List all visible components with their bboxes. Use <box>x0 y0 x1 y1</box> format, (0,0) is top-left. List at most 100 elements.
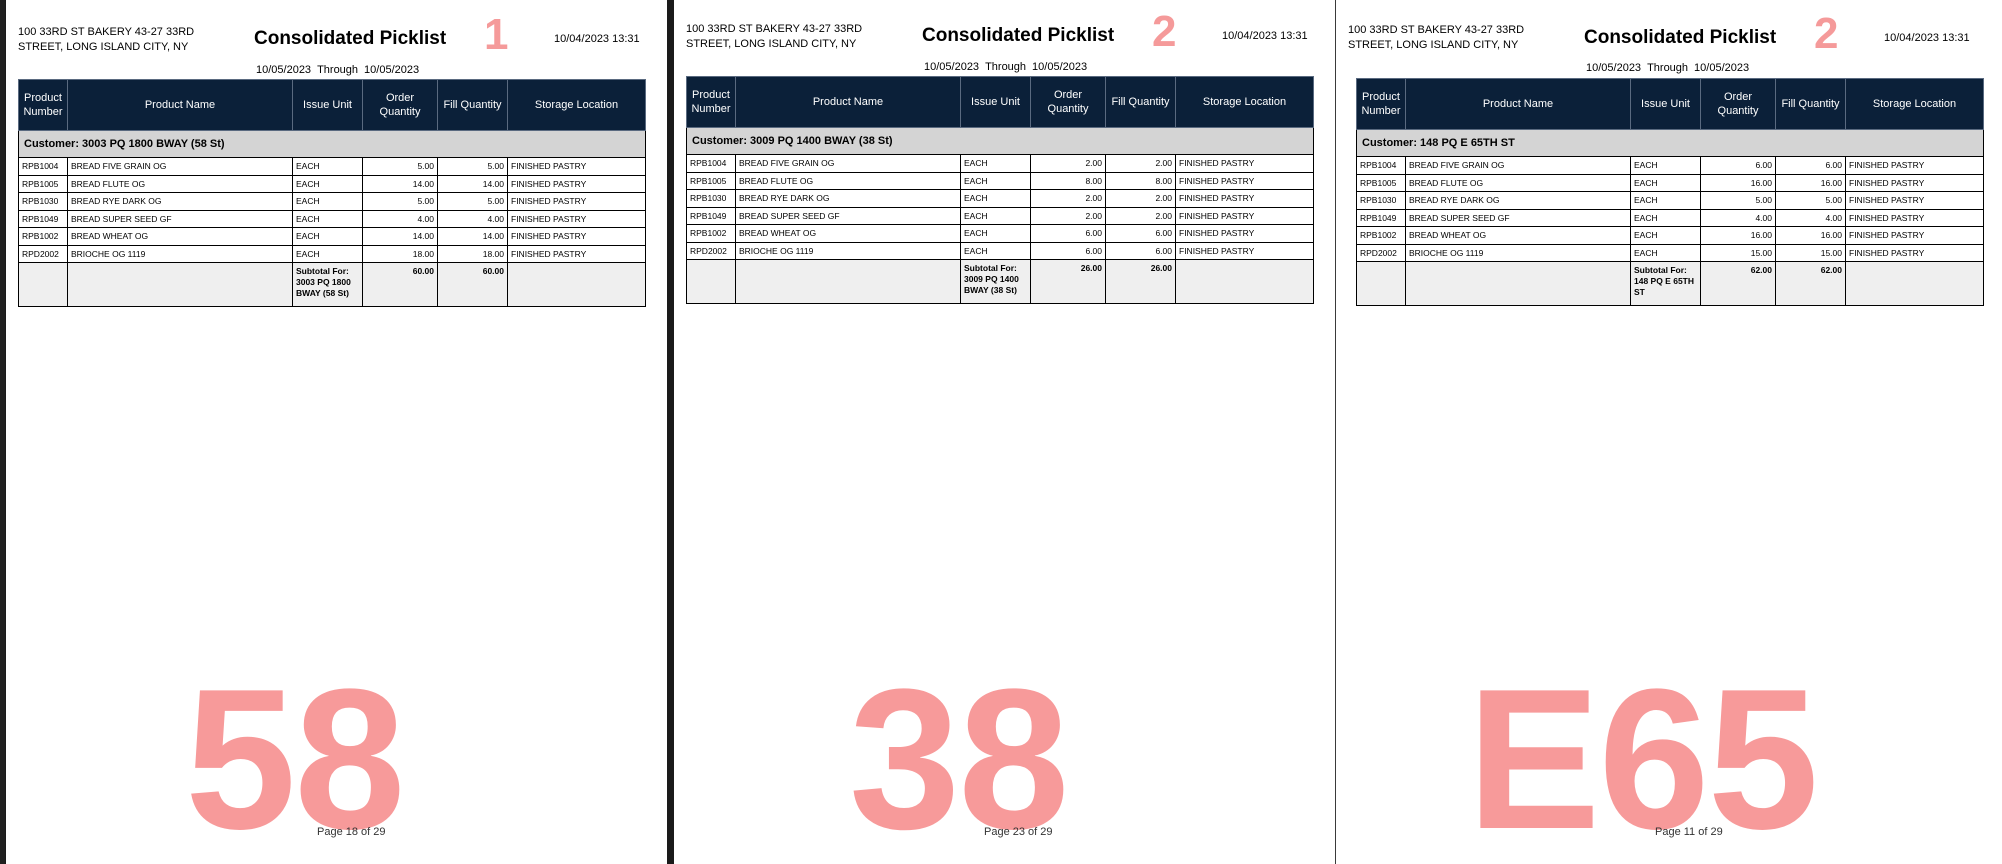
storage-location: FINISHED PASTRY <box>1175 154 1314 173</box>
table-row: RPD2002 BRIOCHE OG 1119 EACH 18.00 18.00… <box>18 244 646 263</box>
page-number: Page 11 of 29 <box>1655 826 1723 838</box>
storage-location: FINISHED PASTRY <box>1845 243 1984 262</box>
fill-quantity: 5.00 <box>1775 191 1846 210</box>
fill-quantity: 5.00 <box>437 157 508 176</box>
column-header: Product Number <box>1356 78 1406 130</box>
issue-unit: EACH <box>1630 208 1701 227</box>
date-from: 10/05/2023 <box>1586 62 1642 74</box>
date-through-label: Through <box>985 61 1027 73</box>
fill-quantity: 18.00 <box>437 244 508 263</box>
date-through-label: Through <box>1647 62 1689 74</box>
subtotal-spacer <box>18 262 68 307</box>
product-name: BRIOCHE OG 1119 <box>1405 243 1631 262</box>
fill-quantity: 6.00 <box>1105 224 1176 243</box>
table-row: RPB1002 BREAD WHEAT OG EACH 14.00 14.00 … <box>18 227 646 246</box>
issue-unit: EACH <box>1630 156 1701 175</box>
product-name: BREAD FLUTE OG <box>1405 173 1631 192</box>
print-timestamp: 10/04/2023 13:31 <box>1222 30 1308 42</box>
table-header-row: Product Number Product Name Issue Unit O… <box>1356 78 1984 130</box>
product-number: RPB1002 <box>18 227 68 246</box>
fill-quantity: 6.00 <box>1105 241 1176 260</box>
customer-row: Customer: 3009 PQ 1400 BWAY (38 St) <box>686 127 1314 155</box>
storage-location: FINISHED PASTRY <box>1845 208 1984 227</box>
product-name: BREAD FIVE GRAIN OG <box>735 154 961 173</box>
table-row: RPB1005 BREAD FLUTE OG EACH 14.00 14.00 … <box>18 174 646 193</box>
fill-quantity: 15.00 <box>1775 243 1846 262</box>
product-number: RPD2002 <box>18 244 68 263</box>
order-quantity: 6.00 <box>1030 241 1106 260</box>
issue-unit: EACH <box>960 189 1031 208</box>
product-number: RPB1049 <box>18 209 68 228</box>
product-name: BREAD RYE DARK OG <box>67 192 293 211</box>
product-number: RPB1002 <box>1356 226 1406 245</box>
product-number: RPD2002 <box>686 241 736 260</box>
fill-quantity: 4.00 <box>437 209 508 228</box>
product-number: RPB1004 <box>686 154 736 173</box>
date-through-label: Through <box>317 64 359 76</box>
subtotal-label: Subtotal For: 148 PQ E 65TH ST <box>1630 261 1701 306</box>
fill-quantity: 2.00 <box>1105 189 1176 208</box>
subtotal-fill-quantity: 62.00 <box>1775 261 1846 306</box>
column-header: Order Quantity <box>1030 76 1106 128</box>
subtotal-row: Subtotal For: 3009 PQ 1400 BWAY (38 St) … <box>686 259 1314 304</box>
picklist-page: 100 33RD ST BAKERY 43-27 33RD STREET, LO… <box>1336 0 2002 864</box>
customer-label: Customer: 148 PQ E 65TH ST <box>1356 129 1984 157</box>
table-row: RPD2002 BRIOCHE OG 1119 EACH 15.00 15.00… <box>1356 243 1984 262</box>
order-quantity: 2.00 <box>1030 154 1106 173</box>
order-quantity: 8.00 <box>1030 171 1106 190</box>
table-row: RPB1049 BREAD SUPER SEED GF EACH 4.00 4.… <box>18 209 646 228</box>
table-row: RPB1004 BREAD FIVE GRAIN OG EACH 5.00 5.… <box>18 157 646 176</box>
fill-quantity: 6.00 <box>1775 156 1846 175</box>
fill-quantity: 5.00 <box>437 192 508 211</box>
storage-location: FINISHED PASTRY <box>1845 226 1984 245</box>
date-from: 10/05/2023 <box>256 64 312 76</box>
order-quantity: 15.00 <box>1700 243 1776 262</box>
page-divider <box>667 0 669 864</box>
storage-location: FINISHED PASTRY <box>507 174 646 193</box>
table-header-row: Product Number Product Name Issue Unit O… <box>18 79 646 131</box>
issue-unit: EACH <box>292 157 363 176</box>
order-quantity: 6.00 <box>1700 156 1776 175</box>
product-number: RPB1004 <box>1356 156 1406 175</box>
picklist-page: 100 33RD ST BAKERY 43-27 33RD STREET, LO… <box>674 0 1335 864</box>
table-row: RPB1049 BREAD SUPER SEED GF EACH 2.00 2.… <box>686 206 1314 225</box>
fill-quantity: 8.00 <box>1105 171 1176 190</box>
column-header: Issue Unit <box>960 76 1031 128</box>
order-quantity: 5.00 <box>1700 191 1776 210</box>
table-row: RPB1005 BREAD FLUTE OG EACH 8.00 8.00 FI… <box>686 171 1314 190</box>
order-quantity: 14.00 <box>362 227 438 246</box>
subtotal-fill-quantity: 60.00 <box>437 262 508 307</box>
company-address: 100 33RD ST BAKERY 43-27 33RD STREET, LO… <box>18 26 195 53</box>
table-row: RPB1030 BREAD RYE DARK OG EACH 2.00 2.00… <box>686 189 1314 208</box>
table-row: RPB1002 BREAD WHEAT OG EACH 16.00 16.00 … <box>1356 226 1984 245</box>
column-header: Storage Location <box>1845 78 1984 130</box>
company-address: 100 33RD ST BAKERY 43-27 33RD STREET, LO… <box>1348 24 1525 51</box>
column-header: Product Number <box>18 79 68 131</box>
storage-location: FINISHED PASTRY <box>507 244 646 263</box>
subtotal-fill-quantity: 26.00 <box>1105 259 1176 304</box>
product-name: BREAD FIVE GRAIN OG <box>67 157 293 176</box>
subtotal-order-quantity: 26.00 <box>1030 259 1106 304</box>
picklist-table: Product Number Product Name Issue Unit O… <box>18 79 646 307</box>
table-row: RPB1049 BREAD SUPER SEED GF EACH 4.00 4.… <box>1356 208 1984 227</box>
issue-unit: EACH <box>1630 191 1701 210</box>
order-quantity: 2.00 <box>1030 206 1106 225</box>
subtotal-spacer <box>1405 261 1631 306</box>
storage-location: FINISHED PASTRY <box>507 209 646 228</box>
fill-quantity: 16.00 <box>1775 226 1846 245</box>
subtotal-spacer <box>67 262 293 307</box>
issue-unit: EACH <box>960 171 1031 190</box>
page-number: Page 18 of 29 <box>317 826 386 838</box>
subtotal-row: Subtotal For: 3003 PQ 1800 BWAY (58 St) … <box>18 262 646 307</box>
subtotal-spacer <box>507 262 646 307</box>
fill-quantity: 4.00 <box>1775 208 1846 227</box>
route-watermark: E65 <box>1467 648 1819 864</box>
subtotal-label: Subtotal For: 3003 PQ 1800 BWAY (58 St) <box>292 262 363 307</box>
route-number: 2 <box>1814 9 1839 58</box>
order-quantity: 14.00 <box>362 174 438 193</box>
picklist-page: 100 33RD ST BAKERY 43-27 33RD STREET, LO… <box>6 0 667 864</box>
column-header: Order Quantity <box>362 79 438 131</box>
product-number: RPB1002 <box>686 224 736 243</box>
customer-row: Customer: 3003 PQ 1800 BWAY (58 St) <box>18 130 646 158</box>
issue-unit: EACH <box>292 209 363 228</box>
